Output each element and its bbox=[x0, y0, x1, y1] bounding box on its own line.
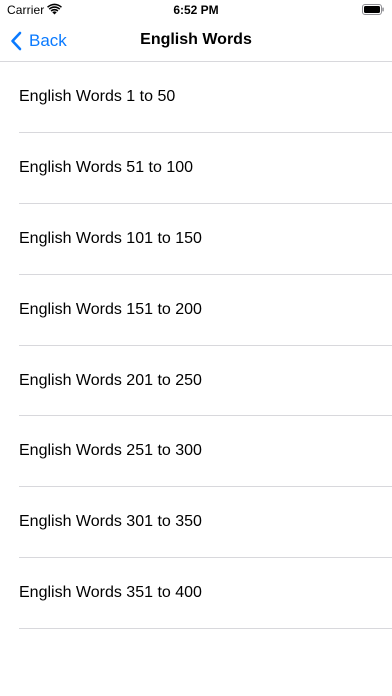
list-item-301-to-350[interactable]: English Words 301 to 350 bbox=[0, 487, 392, 559]
list-item-label: English Words 301 to 350 bbox=[19, 513, 202, 531]
list-item-201-to-250[interactable]: English Words 201 to 250 bbox=[0, 346, 392, 417]
list-item-label: English Words 251 to 300 bbox=[19, 442, 202, 460]
navigation-bar: Back English Words bbox=[0, 22, 392, 62]
divider bbox=[19, 628, 392, 630]
list-item-label: English Words 1 to 50 bbox=[19, 88, 176, 105]
list-item-151-to-200[interactable]: English Words 151 to 200 bbox=[0, 275, 392, 346]
battery-icon bbox=[362, 4, 384, 15]
list-item-label: English Words 201 to 250 bbox=[19, 371, 202, 389]
page-title: English Words bbox=[140, 31, 252, 48]
list-item-101-to-150[interactable]: English Words 101 to 150 bbox=[0, 204, 392, 275]
list-item-351-to-400[interactable]: English Words 351 to 400 bbox=[0, 558, 392, 630]
word-range-list: English Words 1 to 50 English Words 51 t… bbox=[0, 62, 392, 630]
status-bar: Carrier 6:52 PM bbox=[0, 0, 392, 22]
list-item-label: English Words 351 to 400 bbox=[19, 584, 202, 602]
list-item-251-to-300[interactable]: English Words 251 to 300 bbox=[0, 416, 392, 488]
list-item-label: English Words 101 to 150 bbox=[19, 229, 202, 247]
status-time: 6:52 PM bbox=[173, 3, 219, 17]
list-item-label: English Words 151 to 200 bbox=[19, 300, 202, 318]
list-item-51-to-100[interactable]: English Words 51 to 100 bbox=[0, 133, 392, 204]
list-item-1-to-50[interactable]: English Words 1 to 50 bbox=[0, 62, 392, 133]
list-item-label: English Words 51 to 100 bbox=[19, 158, 194, 176]
